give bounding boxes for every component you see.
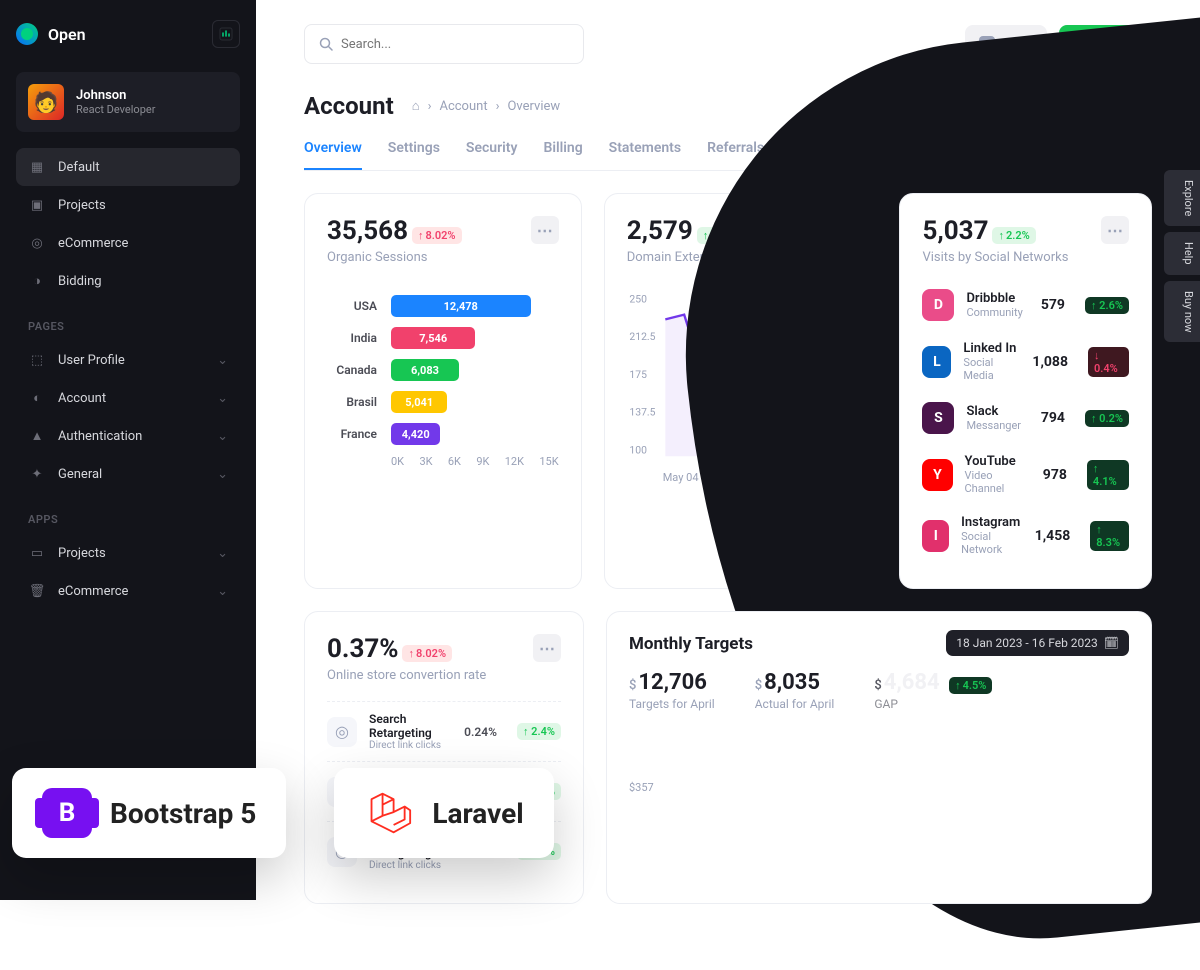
nav-general[interactable]: ✦General⌄ (16, 455, 240, 493)
chevron-down-icon: ⌄ (217, 546, 228, 561)
page-title: Account (304, 92, 394, 120)
nav-ecommerce[interactable]: ◎eCommerce (16, 224, 240, 262)
social-row: SSlackMessanger794↑ 0.2% (922, 392, 1129, 444)
calendar-icon: 🗓 (1104, 636, 1119, 650)
retarget-row: ◎Search RetargetingDirect link clicks0.2… (327, 701, 561, 761)
social-delta-badge: ↑ 2.2% (992, 227, 1035, 244)
avatar: 🧑 (28, 84, 64, 120)
brand-logo[interactable]: Open (16, 23, 86, 45)
right-rail: Explore Help Buy now (1164, 170, 1200, 342)
logo-icon (16, 23, 38, 45)
social-value: 5,037 (922, 216, 988, 246)
svg-text:250: 250 (629, 292, 647, 305)
conversion-value: 0.37% (327, 634, 399, 664)
home-icon[interactable]: ⌂ (412, 98, 420, 114)
tab-overview[interactable]: Overview (304, 128, 362, 170)
rail-explore[interactable]: Explore (1164, 170, 1200, 226)
target-block: $12,706 Targets for April (629, 670, 715, 711)
tab-billing[interactable]: Billing (543, 128, 582, 170)
user-card[interactable]: 🧑 Johnson React Developer (16, 72, 240, 132)
nav-app-ecommerce[interactable]: 🗑eCommerce⌄ (16, 572, 240, 610)
card-monthly-targets: 18 Jan 2023 - 16 Feb 2023🗓 Monthly Targe… (606, 611, 1152, 904)
bootstrap-icon: B (42, 788, 92, 838)
cart-icon: ◎ (28, 234, 46, 252)
nav-auth[interactable]: ▲Authentication⌄ (16, 417, 240, 455)
svg-text:175: 175 (629, 368, 647, 381)
chevron-down-icon: ⌄ (217, 429, 228, 444)
tab-statements[interactable]: Statements (609, 128, 681, 170)
chevron-down-icon: ⌄ (217, 584, 228, 599)
target-block: $8,035 Actual for April (755, 670, 835, 711)
stats-icon[interactable] (212, 20, 240, 48)
brand-name: Open (48, 25, 86, 44)
dashboard-icon: ▦ (28, 158, 46, 176)
card-menu-icon[interactable]: ⋯ (533, 634, 561, 662)
date-range-picker[interactable]: 18 Jan 2023 - 16 Feb 2023🗓 (946, 630, 1129, 656)
svg-text:100: 100 (629, 443, 647, 456)
svg-text:137.5: 137.5 (629, 406, 655, 419)
projects-icon: ▣ (28, 196, 46, 214)
nav-projects[interactable]: ▣Projects (16, 186, 240, 224)
domain-value: 2,579 (627, 216, 693, 246)
social-row: LLinked InSocial Media1,088↓ 0.4% (922, 331, 1129, 392)
social-row: YYouTubeVideo Channel978↑ 4.1% (922, 444, 1129, 505)
conversion-label: Online store convertion rate (327, 668, 561, 683)
bar-row: Canada6,083 (327, 359, 559, 381)
search-icon (319, 37, 333, 51)
auth-icon: ▲ (28, 427, 46, 445)
user-icon: ⬚ (28, 351, 46, 369)
social-label: Visits by Social Networks (922, 250, 1129, 265)
section-pages: Pages (28, 320, 240, 333)
nav-account[interactable]: ◐Account⌄ (16, 379, 240, 417)
user-name: Johnson (76, 88, 155, 103)
card-social-visits: ⋯ 5,037 ↑ 2.2% Visits by Social Networks… (899, 193, 1152, 589)
rail-help[interactable]: Help (1164, 232, 1200, 275)
user-role: React Developer (76, 103, 155, 116)
organic-value: 35,568 (327, 216, 408, 246)
bidding-icon: ◑ (28, 272, 46, 290)
nav-bidding[interactable]: ◑Bidding (16, 262, 240, 300)
laravel-icon (364, 788, 414, 838)
tab-settings[interactable]: Settings (388, 128, 440, 170)
folder-icon: ▭ (28, 544, 46, 562)
chevron-down-icon: ⌄ (217, 467, 228, 482)
card-menu-icon[interactable]: ⋯ (1101, 216, 1129, 244)
crumb-overview: Overview (507, 99, 560, 114)
social-row: DDribbbleCommunity579↑ 2.6% (922, 279, 1129, 331)
chevron-down-icon: ⌄ (217, 391, 228, 406)
crumb-account[interactable]: Account (439, 99, 487, 114)
tab-security[interactable]: Security (466, 128, 518, 170)
x-axis: 0K3K6K9K12K15K (327, 455, 559, 468)
conversion-delta-badge: ↑ 8.02% (402, 645, 452, 662)
basket-icon: 🗑 (28, 582, 46, 600)
card-menu-icon[interactable]: ⋯ (531, 216, 559, 244)
nav-app-projects[interactable]: ▭Projects⌄ (16, 534, 240, 572)
bar-row: India7,546 (327, 327, 559, 349)
section-apps: Apps (28, 513, 240, 526)
bar-row: France4,420 (327, 423, 559, 445)
organic-label: Organic Sessions (327, 250, 559, 265)
breadcrumb: ⌂› Account› Overview (412, 98, 560, 114)
chevron-down-icon: ⌄ (217, 353, 228, 368)
target-block: $4,684 ↑ 4.5% GAP (874, 670, 992, 711)
mini-value: $357 (629, 781, 1129, 794)
social-row: IInstagramSocial Network1,458↑ 8.3% (922, 505, 1129, 566)
account-icon: ◐ (28, 389, 46, 407)
bar-row: USA12,478 (327, 295, 559, 317)
card-organic-sessions: ⋯ 35,568 ↑ 8.02% Organic Sessions USA12,… (304, 193, 582, 589)
sidebar: Open 🧑 Johnson React Developer ▦Default … (0, 0, 256, 900)
rocket-icon: ✦ (28, 465, 46, 483)
nav-default[interactable]: ▦Default (16, 148, 240, 186)
nav-user-profile[interactable]: ⬚User Profile⌄ (16, 341, 240, 379)
card-conversion: ⋯ 0.37% ↑ 8.02% Online store convertion … (304, 611, 584, 904)
rail-buy[interactable]: Buy now (1164, 281, 1200, 342)
organic-delta-badge: ↑ 8.02% (412, 227, 462, 244)
bar-row: Brasil5,041 (327, 391, 559, 413)
svg-text:212.5: 212.5 (629, 330, 655, 343)
search-input[interactable] (304, 24, 584, 64)
search-field[interactable] (341, 37, 569, 52)
promo-bootstrap: B Bootstrap 5 (12, 768, 286, 858)
promo-laravel: Laravel (334, 768, 553, 858)
